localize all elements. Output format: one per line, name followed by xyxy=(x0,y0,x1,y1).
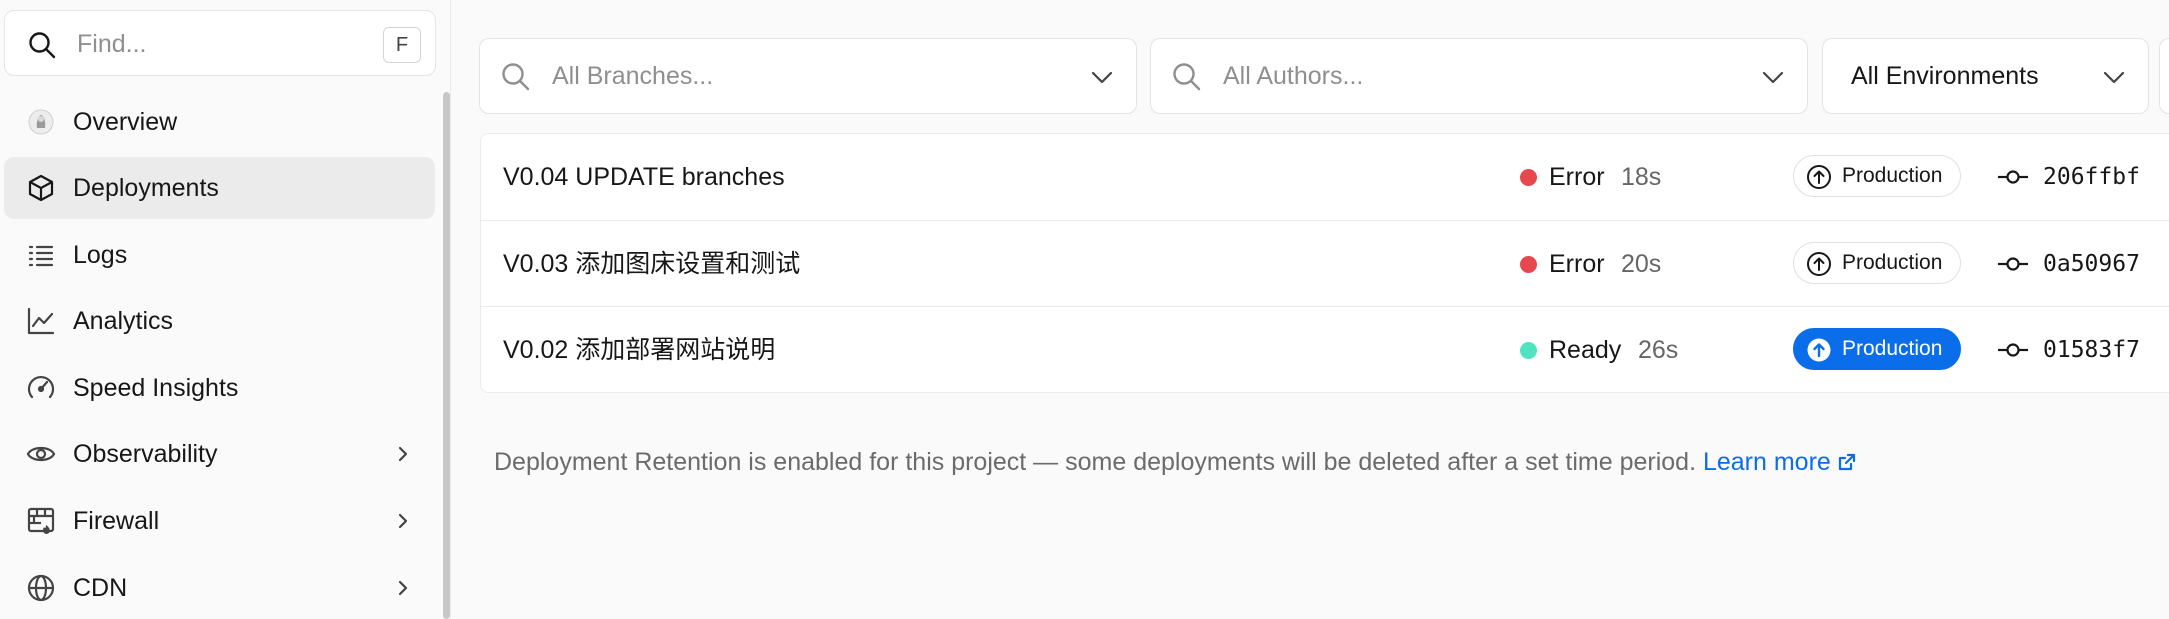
sidebar-scrollbar[interactable] xyxy=(443,92,450,619)
arrow-up-circle-icon xyxy=(1807,252,1831,276)
chevron-down-icon xyxy=(1091,71,1113,84)
environment-label: Production xyxy=(1842,164,1943,187)
sidebar-item-speed-insights[interactable]: Speed Insights xyxy=(4,357,435,419)
external-link-icon xyxy=(1838,453,1855,471)
environment-label: Production xyxy=(1842,251,1943,274)
retention-text: Deployment Retention is enabled for this… xyxy=(494,448,1697,476)
search-icon xyxy=(29,32,56,59)
sidebar-item-label: Deployments xyxy=(73,174,219,202)
find-placeholder: Find... xyxy=(77,30,147,58)
sidebar-item-label: Overview xyxy=(73,108,178,136)
commit-hash[interactable]: 0a50967 xyxy=(2043,221,2140,307)
deployments-list: V0.04 UPDATE branches Error 18s Producti… xyxy=(480,133,2169,393)
find-shortcut-key: F xyxy=(383,27,421,63)
sidebar-item-deployments[interactable]: Deployments xyxy=(4,157,435,219)
learn-more-link[interactable]: Learn more xyxy=(1703,448,1857,476)
build-duration: 26s xyxy=(1638,336,1679,364)
sidebar-item-label: Analytics xyxy=(73,307,174,335)
environment-label: Production xyxy=(1842,337,1943,360)
sidebar-item-logs[interactable]: Logs xyxy=(4,224,435,286)
build-duration: 20s xyxy=(1621,250,1662,278)
sidebar-item-firewall[interactable]: Firewall xyxy=(4,490,435,552)
authors-filter-placeholder: All Authors... xyxy=(1223,62,1364,90)
arrow-up-circle-icon xyxy=(1807,165,1831,189)
status-dot xyxy=(1520,342,1537,359)
sidebar-item-cdn[interactable]: CDN xyxy=(4,557,435,619)
eye-icon xyxy=(26,446,56,462)
authors-filter[interactable]: All Authors... xyxy=(1150,38,1808,114)
environment-badge[interactable]: Production xyxy=(1793,242,1962,284)
deployment-row[interactable]: V0.03 添加图床设置和测试 Error 20s Production 0a5… xyxy=(481,220,2169,306)
git-commit-icon xyxy=(1998,257,2028,271)
deployment-row[interactable]: V0.04 UPDATE branches Error 18s Producti… xyxy=(481,134,2169,220)
list-icon xyxy=(28,245,54,267)
current-environment-badge[interactable]: Production xyxy=(1793,328,1962,370)
branches-filter-placeholder: All Branches... xyxy=(552,62,714,90)
sidebar: Find... F Overview Deployments Logs Anal… xyxy=(0,0,450,619)
cube-icon xyxy=(28,174,54,202)
git-commit-icon xyxy=(1998,170,2028,184)
find-input[interactable]: Find... F xyxy=(4,10,436,76)
search-icon xyxy=(1173,63,1201,91)
chevron-down-icon xyxy=(1762,71,1784,84)
sidebar-item-label: CDN xyxy=(73,574,128,602)
sidebar-item-label: Firewall xyxy=(73,507,160,535)
chevron-right-icon xyxy=(398,446,408,462)
search-icon xyxy=(502,63,530,91)
status-dot xyxy=(1520,169,1537,186)
sidebar-item-overview[interactable]: Overview xyxy=(4,91,435,153)
sidebar-item-label: Speed Insights xyxy=(73,374,239,402)
sidebar-divider xyxy=(450,0,451,619)
commit-hash[interactable]: 206ffbf xyxy=(2043,134,2140,220)
environment-select-value: All Environments xyxy=(1851,62,2039,90)
retention-notice: Deployment Retention is enabled for this… xyxy=(494,448,1857,477)
status-text: Error xyxy=(1549,250,1605,278)
environment-badge[interactable]: Production xyxy=(1793,155,1962,197)
learn-more-label: Learn more xyxy=(1702,448,1831,476)
commit-message: V0.04 UPDATE branches xyxy=(503,163,785,191)
firewall-icon xyxy=(27,507,55,534)
gauge-icon xyxy=(27,375,55,399)
build-duration: 18s xyxy=(1621,163,1662,191)
sidebar-item-label: Logs xyxy=(73,241,128,269)
commit-message: V0.02 添加部署网站说明 xyxy=(503,336,776,364)
sidebar-item-analytics[interactable]: Analytics xyxy=(4,290,435,352)
chevron-right-icon xyxy=(398,580,408,596)
status-text: Error xyxy=(1549,163,1605,191)
project-avatar-icon xyxy=(28,109,54,135)
arrow-up-circle-icon xyxy=(1807,338,1831,362)
branches-filter[interactable]: All Branches... xyxy=(479,38,1137,114)
environment-select[interactable]: All Environments xyxy=(1822,38,2149,114)
git-commit-icon xyxy=(1998,343,2028,357)
sidebar-item-observability[interactable]: Observability xyxy=(4,423,435,485)
status-dot xyxy=(1520,256,1537,273)
sidebar-item-label: Observability xyxy=(73,440,218,468)
commit-message: V0.03 添加图床设置和测试 xyxy=(503,250,801,278)
line-chart-icon xyxy=(27,307,55,335)
deployment-row[interactable]: V0.02 添加部署网站说明 Ready 26s Production 0158… xyxy=(481,306,2169,392)
status-text: Ready xyxy=(1549,336,1622,364)
commit-hash[interactable]: 01583f7 xyxy=(2043,307,2140,393)
chevron-down-icon xyxy=(2103,71,2125,84)
extra-filter[interactable] xyxy=(2159,38,2169,114)
chevron-right-icon xyxy=(398,513,408,529)
globe-icon xyxy=(27,574,55,602)
